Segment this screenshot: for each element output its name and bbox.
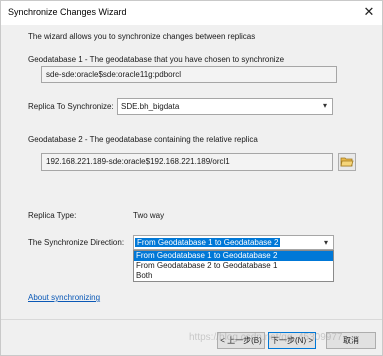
- replica-select-value: SDE.bh_bigdata: [121, 102, 180, 111]
- footer-divider: [1, 319, 382, 320]
- dropdown-option[interactable]: Both: [134, 271, 333, 281]
- gdb2-label: Geodatabase 2 - The geodatabase containi…: [28, 135, 258, 144]
- next-button[interactable]: 下一步(N) >: [268, 332, 316, 349]
- about-synchronizing-link[interactable]: About synchronizing: [28, 293, 100, 302]
- gdb1-field[interactable]: sde-sde:oracle$sde:oracle11g:pdborcl: [41, 66, 337, 83]
- intro-text: The wizard allows you to synchronize cha…: [28, 32, 256, 41]
- replica-select[interactable]: SDE.bh_bigdata ▾: [117, 98, 333, 115]
- chevron-down-icon: ▾: [322, 101, 327, 110]
- direction-label: The Synchronize Direction:: [28, 238, 125, 247]
- direction-dropdown-list: From Geodatabase 1 to Geodatabase 2 From…: [133, 250, 334, 282]
- chevron-down-icon: ▾: [323, 238, 328, 247]
- cancel-button[interactable]: 取消: [326, 332, 376, 349]
- direction-select[interactable]: From Geodatabase 1 to Geodatabase 2 ▾: [133, 235, 334, 250]
- dropdown-option[interactable]: From Geodatabase 1 to Geodatabase 2: [134, 251, 333, 261]
- direction-select-value: From Geodatabase 1 to Geodatabase 2: [135, 238, 281, 247]
- replica-type-label: Replica Type:: [28, 211, 77, 220]
- wizard-window: Synchronize Changes Wizard ✕ The wizard …: [0, 0, 383, 356]
- gdb1-label: Geodatabase 1 - The geodatabase that you…: [28, 55, 285, 64]
- folder-open-icon: [340, 157, 354, 167]
- replica-type-value: Two way: [133, 211, 165, 220]
- replica-label: Replica To Synchronize:: [28, 102, 114, 111]
- watermark-text: https://blog.csdn.net/qq_45309977: [189, 332, 343, 343]
- window-title: Synchronize Changes Wizard: [8, 7, 127, 17]
- gdb2-field[interactable]: 192.168.221.189-sde:oracle$192.168.221.1…: [41, 153, 333, 171]
- dropdown-option[interactable]: From Geodatabase 2 to Geodatabase 1: [134, 261, 333, 271]
- back-button[interactable]: < 上一步(B): [217, 332, 265, 349]
- browse-button[interactable]: [338, 153, 356, 171]
- title-bar: Synchronize Changes Wizard ✕: [1, 1, 382, 25]
- close-icon[interactable]: ✕: [361, 4, 377, 20]
